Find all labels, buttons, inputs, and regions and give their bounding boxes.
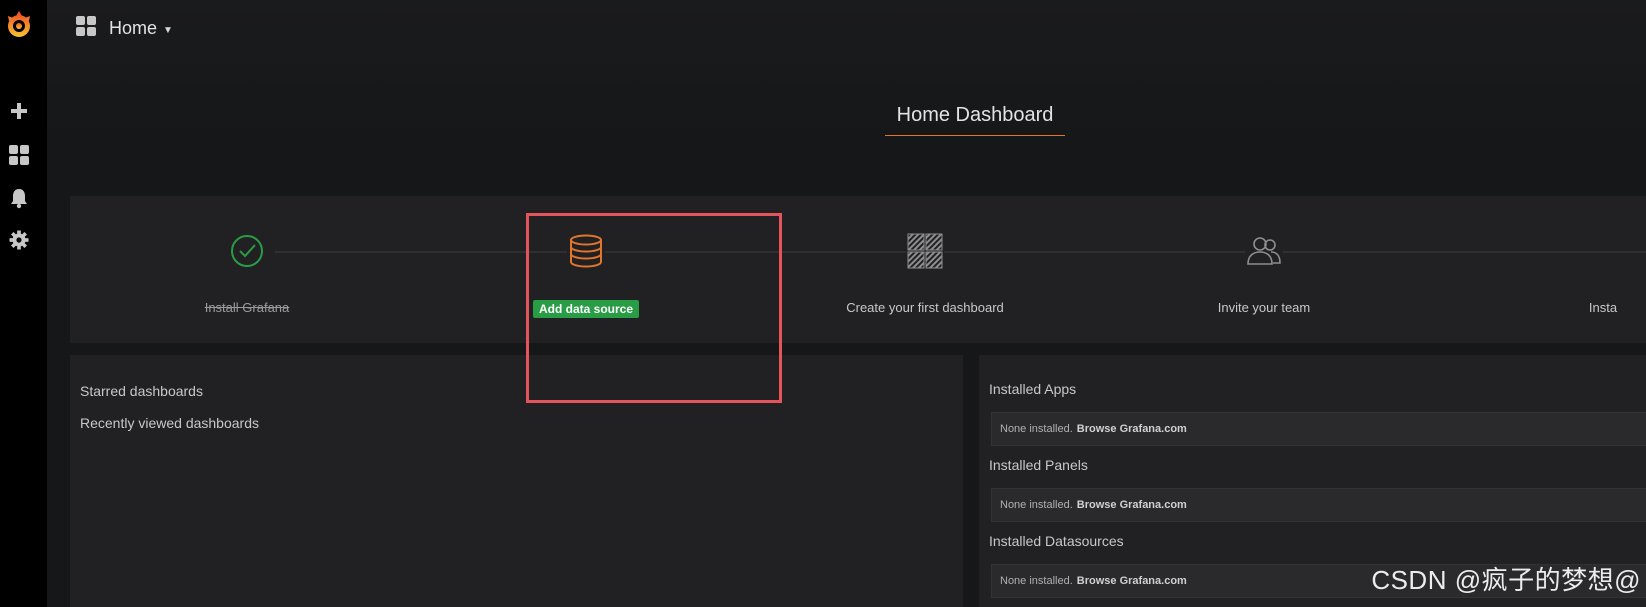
main-content: Home ▼ Home Dashboard Install Grafana Ad… [47, 0, 1646, 607]
chevron-down-icon[interactable]: ▼ [163, 25, 173, 36]
plus-icon[interactable] [0, 96, 38, 126]
dashboards-icon [75, 15, 97, 42]
dashboard-title-picker[interactable]: Home [109, 18, 157, 39]
step-label[interactable]: Insta [1453, 300, 1646, 315]
grafana-logo-icon[interactable] [0, 10, 38, 40]
app-window: Home ▼ Home Dashboard Install Grafana Ad… [0, 0, 1646, 607]
annotation-highlight-box [526, 213, 782, 403]
recent-dashboards-heading: Recently viewed dashboards [80, 415, 259, 431]
step-install-grafana: Install Grafana [97, 196, 397, 343]
getting-started-panel: Install Grafana Add data source Create y… [70, 196, 1646, 343]
step-invite-team: Invite your team [1114, 196, 1414, 343]
starred-dashboards-heading: Starred dashboards [80, 383, 203, 399]
installed-datasources-heading: Installed Datasources [989, 533, 1124, 549]
dashboard-picker[interactable]: Home ▼ [75, 14, 173, 42]
installed-apps-box: None installed. Browse Grafana.com [991, 412, 1646, 446]
users-icon [1245, 232, 1283, 270]
none-installed-text: None installed. [1000, 423, 1073, 435]
dashboard-grid-icon [906, 232, 944, 270]
installed-panels-box: None installed. Browse Grafana.com [991, 488, 1646, 522]
step-label: Install Grafana [204, 300, 290, 315]
dashboards-icon[interactable] [0, 140, 38, 170]
step-label[interactable]: Invite your team [1114, 300, 1414, 315]
none-installed-text: None installed. [1000, 499, 1073, 511]
bell-icon[interactable] [0, 183, 38, 213]
none-installed-text: None installed. [1000, 575, 1073, 587]
step-create-dashboard: Create your first dashboard [775, 196, 1075, 343]
gear-icon[interactable] [0, 225, 38, 255]
sidebar [0, 0, 47, 607]
dashboards-panel: Starred dashboards Recently viewed dashb… [70, 355, 963, 607]
browse-grafana-link[interactable]: Browse Grafana.com [1077, 423, 1187, 435]
step-install-apps: Insta [1453, 196, 1646, 343]
check-circle-icon [228, 232, 266, 270]
browse-grafana-link[interactable]: Browse Grafana.com [1077, 575, 1187, 587]
page-title: Home Dashboard [885, 104, 1065, 136]
installed-apps-heading: Installed Apps [989, 381, 1077, 397]
watermark-text: CSDN @疯子的梦想@ [1371, 565, 1641, 595]
browse-grafana-link[interactable]: Browse Grafana.com [1077, 499, 1187, 511]
installed-panels-heading: Installed Panels [989, 457, 1088, 473]
step-label[interactable]: Create your first dashboard [775, 300, 1075, 315]
